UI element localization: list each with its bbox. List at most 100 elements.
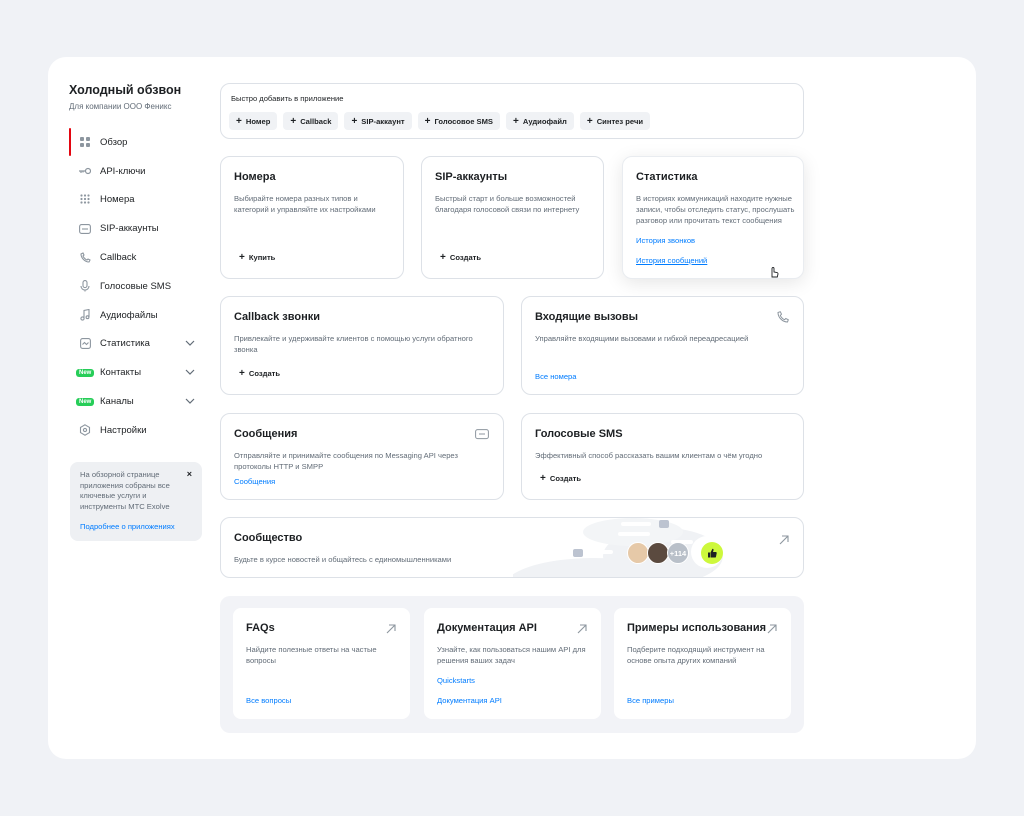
quickstarts-link[interactable]: Quickstarts — [437, 676, 475, 685]
plus-icon: + — [440, 252, 446, 263]
sidebar-item-voice-sms[interactable]: Голосовые SMS — [69, 272, 203, 301]
new-badge: New — [76, 397, 95, 406]
sidebar-item-sip[interactable]: SIP-аккаунты — [69, 214, 203, 243]
chip-add-voice-sms[interactable]: + Голосовое SMS — [417, 112, 500, 130]
chevron-down-icon[interactable] — [185, 338, 195, 349]
card-statistics: Статистика В историях коммуникаций наход… — [622, 156, 804, 279]
sidebar-item-overview[interactable]: Обзор — [69, 128, 203, 157]
chip-add-number[interactable]: + Номер — [229, 112, 278, 130]
arrow-up-right-icon — [767, 621, 777, 639]
sidebar-item-label: Каналы — [100, 396, 134, 408]
like-icon[interactable] — [701, 542, 723, 564]
dialpad-icon — [79, 194, 91, 206]
sidebar-item-label: SIP-аккаунты — [100, 223, 159, 235]
api-docs-link[interactable]: Документация API — [437, 696, 502, 705]
create-voice-sms-button[interactable]: + Создать — [540, 473, 581, 484]
resources-panel: FAQs Найдите полезные ответы на частые в… — [220, 596, 804, 733]
all-examples-link[interactable]: Все примеры — [627, 696, 674, 705]
close-icon[interactable]: × — [187, 469, 192, 479]
chip-label: Голосовое SMS — [434, 116, 494, 126]
card-desc: Быстрый старт и больше возможностей благ… — [435, 194, 580, 214]
card-api-docs[interactable]: Документация API Узнайте, как пользовать… — [424, 608, 601, 719]
sidebar-item-settings[interactable]: Настройки — [69, 416, 203, 445]
sidebar-item-callback[interactable]: Callback — [69, 243, 203, 272]
sidebar-item-label: Обзор — [100, 136, 128, 148]
info-box: На обзорной странице приложения собраны … — [70, 462, 202, 541]
chip-label: SIP-аккаунт — [361, 116, 405, 126]
messages-link[interactable]: Сообщения — [234, 477, 275, 486]
card-title: Статистика — [636, 171, 698, 183]
info-link[interactable]: Подробнее о приложениях — [80, 522, 175, 531]
card-desc: Отправляйте и принимайте сообщения по Me… — [234, 451, 458, 471]
callback-icon — [79, 251, 91, 264]
all-questions-link[interactable]: Все вопросы — [246, 696, 291, 705]
sidebar-item-label: API-ключи — [100, 165, 146, 177]
call-history-link[interactable]: История звонков — [636, 236, 695, 245]
card-title: Callback звонки — [234, 311, 321, 323]
sidebar-item-label: Настройки — [100, 424, 147, 436]
info-text: На обзорной странице приложения собраны … — [80, 470, 170, 511]
chip-label: Аудиофайл — [522, 116, 567, 126]
sidebar-item-label: Номера — [100, 194, 135, 206]
action-label: Создать — [549, 474, 582, 483]
card-desc: Управляйте входящими вызовами и гибкой п… — [535, 334, 749, 343]
create-callback-button[interactable]: + Создать — [239, 368, 280, 379]
sidebar-item-statistics[interactable]: Статистика — [69, 330, 203, 359]
sidebar-item-label: Статистика — [100, 338, 150, 350]
action-label: Создать — [449, 253, 482, 262]
sip-icon — [79, 223, 91, 235]
grid-icon — [79, 136, 91, 148]
card-desc: Привлекайте и удерживайте клиентов с пом… — [234, 334, 473, 354]
plus-icon: + — [290, 115, 297, 127]
sidebar-item-numbers[interactable]: Номера — [69, 186, 203, 215]
quick-add-panel: Быстро добавить в приложение + Номер + Cal… — [220, 83, 804, 139]
card-desc: Эффективный способ рассказать вашим клие… — [535, 451, 763, 460]
chevron-down-icon[interactable] — [185, 367, 195, 378]
card-title: Номера — [234, 171, 276, 183]
chevron-down-icon[interactable] — [185, 396, 195, 407]
card-desc: Подберите подходящий инструмент на основ… — [627, 645, 765, 665]
chip-add-sip[interactable]: + SIP-аккаунт — [344, 112, 412, 130]
buy-number-button[interactable]: + Купить — [239, 252, 275, 263]
chip-add-audio[interactable]: + Аудиофайл — [506, 112, 574, 130]
card-title: Сообщения — [234, 428, 298, 440]
key-icon — [79, 165, 91, 177]
card-title: SIP-аккаунты — [435, 171, 508, 183]
app-title: Холодный обзвон — [69, 83, 182, 97]
chip-add-tts[interactable]: + Синтез речи — [579, 112, 651, 130]
card-title: Примеры использования — [627, 622, 767, 634]
chip-label: Callback — [300, 116, 332, 126]
sidebar-item-label: Контакты — [100, 367, 142, 379]
avatar — [627, 542, 649, 564]
card-examples[interactable]: Примеры использования Подберите подходящ… — [614, 608, 791, 719]
card-community[interactable]: Сообщество Будьте в курсе новостей и общ… — [220, 517, 804, 578]
chip-add-callback[interactable]: + Callback — [283, 112, 339, 130]
create-sip-button[interactable]: + Создать — [440, 252, 481, 263]
all-numbers-link[interactable]: Все номера — [535, 372, 577, 381]
card-title: FAQs — [246, 622, 275, 634]
plus-icon: + — [586, 115, 593, 127]
message-history-link[interactable]: История сообщений — [636, 256, 707, 265]
microphone-icon — [79, 280, 91, 292]
plus-icon: + — [239, 368, 245, 379]
card-faq[interactable]: FAQs Найдите полезные ответы на частые в… — [233, 608, 410, 719]
card-callback: Callback звонки Привлекайте и удерживайт… — [220, 296, 504, 395]
chip-label: Синтез речи — [596, 116, 644, 126]
sidebar-item-audio[interactable]: Аудиофайлы — [69, 301, 203, 330]
sidebar-item-channels[interactable]: New Каналы — [69, 387, 203, 416]
card-desc: В историях коммуникаций находите нужные … — [636, 194, 795, 225]
message-icon — [475, 428, 489, 446]
quick-add-chips: + Номер + Callback + SIP-аккаунт + Голосовое… — [229, 112, 651, 130]
new-badge: New — [76, 368, 95, 377]
sidebar-item-label: Голосовые SMS — [100, 280, 172, 292]
card-desc: Будьте в курсе новостей и общайтесь с ед… — [234, 555, 452, 564]
card-messages: Сообщения Отправляйте и принимайте сообщ… — [220, 413, 504, 500]
plus-icon: + — [540, 473, 546, 484]
plus-icon: + — [424, 115, 431, 127]
action-label: Создать — [248, 369, 281, 378]
card-title: Документация API — [437, 622, 537, 634]
cursor-hand-icon — [769, 265, 779, 283]
card-desc: Найдите полезные ответы на частые вопрос… — [246, 645, 377, 665]
sidebar-item-api-keys[interactable]: API-ключи — [69, 157, 203, 186]
sidebar-item-contacts[interactable]: New Контакты — [69, 358, 203, 387]
